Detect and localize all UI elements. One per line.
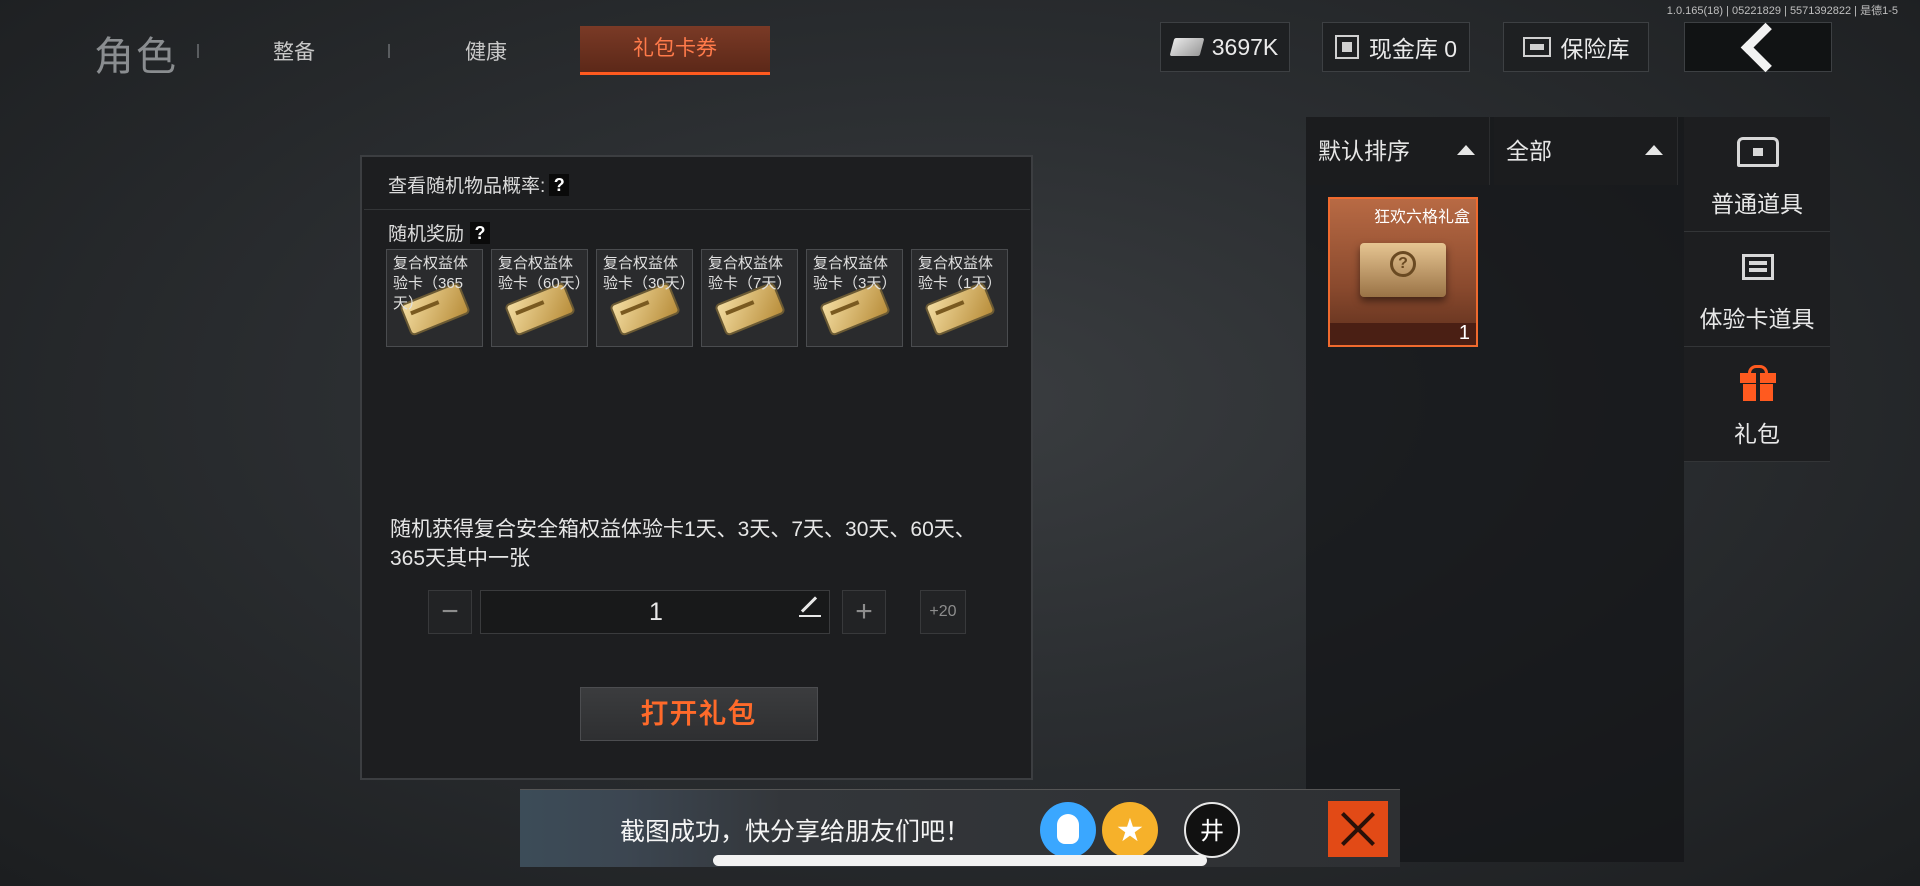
page-title: 角色 bbox=[94, 35, 178, 79]
decrease-button[interactable]: − bbox=[428, 590, 472, 634]
sort-label: 默认排序 bbox=[1318, 138, 1410, 164]
filter-label: 全部 bbox=[1506, 138, 1552, 164]
quantity-field[interactable]: 1 bbox=[480, 590, 830, 634]
reward-name: 复合权益体验卡（365天） bbox=[393, 255, 469, 312]
gift-description: 随机获得复合安全箱权益体验卡1天、3天、7天、30天、60天、365天其中一张 bbox=[390, 518, 976, 570]
category-label: 普通道具 bbox=[1711, 191, 1803, 217]
cash-vault-icon bbox=[1334, 35, 1359, 59]
chest-icon bbox=[1737, 137, 1779, 167]
reward-item[interactable]: 复合权益体验卡（60天） bbox=[491, 249, 588, 347]
inventory-item[interactable]: 狂欢六格礼盒 ? 1 bbox=[1328, 197, 1478, 347]
reward-name: 复合权益体验卡（30天） bbox=[603, 255, 693, 292]
item-count: 1 bbox=[1458, 322, 1470, 344]
caret-up-icon bbox=[1457, 145, 1475, 155]
category-normal-items[interactable]: 普通道具 bbox=[1684, 117, 1830, 232]
cash-vault-label: 现金库 0 bbox=[1368, 36, 1458, 62]
back-button[interactable] bbox=[1684, 22, 1832, 72]
probability-link[interactable]: 查看随机物品概率: ? bbox=[388, 171, 570, 198]
reward-item[interactable]: 复合权益体验卡（30天） bbox=[596, 249, 693, 347]
item-strip bbox=[1330, 323, 1476, 345]
reward-name: 复合权益体验卡（7天） bbox=[708, 255, 792, 292]
gift-open-dialog: 查看随机物品概率: ? 随机奖励 ? 复合权益体验卡（365天） 复合权益体验卡… bbox=[360, 155, 1033, 780]
tab-divider bbox=[388, 44, 390, 58]
card-icon bbox=[1742, 254, 1774, 280]
reward-item[interactable]: 复合权益体验卡（1天） bbox=[911, 249, 1008, 347]
reward-name: 复合权益体验卡（1天） bbox=[918, 255, 1002, 292]
category-gift-packs[interactable]: 礼包 bbox=[1684, 347, 1830, 462]
toast-message: 截图成功，快分享给朋友们吧！ bbox=[620, 818, 971, 846]
home-indicator[interactable] bbox=[713, 855, 1207, 866]
tab-equip[interactable]: 整备 bbox=[256, 36, 332, 66]
probability-label: 查看随机物品概率: bbox=[388, 176, 546, 197]
qq-share-icon[interactable] bbox=[1040, 802, 1096, 858]
reward-name: 复合权益体验卡（3天） bbox=[813, 255, 897, 292]
caret-up-icon bbox=[1645, 145, 1663, 155]
help-icon[interactable]: ? bbox=[549, 173, 570, 196]
reward-item[interactable]: 复合权益体验卡（3天） bbox=[806, 249, 903, 347]
help-icon[interactable]: ? bbox=[470, 221, 491, 244]
filter-dropdown[interactable]: 全部 bbox=[1494, 117, 1678, 185]
inventory-panel: 默认排序 全部 狂欢六格礼盒 ? 1 bbox=[1306, 117, 1684, 862]
tab-divider bbox=[197, 44, 199, 58]
currency-value: 3697K bbox=[1211, 33, 1279, 60]
ticket-icon bbox=[1169, 38, 1205, 56]
plus-twenty-button[interactable]: +20 bbox=[920, 590, 966, 634]
safe-button[interactable]: 保险库 bbox=[1503, 22, 1649, 72]
item-name: 狂欢六格礼盒 bbox=[1373, 209, 1470, 226]
category-label: 体验卡道具 bbox=[1699, 306, 1815, 332]
moments-share-icon[interactable]: 井 bbox=[1184, 802, 1240, 858]
open-gift-button[interactable]: 打开礼包 bbox=[580, 687, 818, 741]
chevron-left-icon bbox=[1740, 22, 1790, 72]
close-button[interactable] bbox=[1328, 801, 1388, 857]
sort-dropdown[interactable]: 默认排序 bbox=[1306, 117, 1490, 185]
tab-gift-cards[interactable]: 礼包卡券 bbox=[580, 26, 770, 75]
currency-display[interactable]: 3697K bbox=[1160, 22, 1290, 72]
cash-vault-button[interactable]: 现金库 0 bbox=[1322, 22, 1470, 72]
reward-item[interactable]: 复合权益体验卡（7天） bbox=[701, 249, 798, 347]
tab-health[interactable]: 健康 bbox=[448, 36, 524, 66]
box-emblem: ? bbox=[1390, 251, 1416, 277]
safe-icon bbox=[1522, 37, 1551, 57]
reward-section-title: 随机奖励 ? bbox=[388, 219, 491, 246]
edit-icon-base bbox=[799, 615, 821, 617]
version-info: 1.0.165(18) | 05221829 | 5571392822 | 是德… bbox=[1666, 5, 1898, 17]
quantity-value: 1 bbox=[649, 598, 663, 626]
qzone-share-icon[interactable]: ★ bbox=[1102, 802, 1158, 858]
gift-box-icon: ? bbox=[1360, 243, 1446, 297]
reward-name: 复合权益体验卡（60天） bbox=[498, 255, 588, 292]
reward-label: 随机奖励 bbox=[388, 224, 465, 245]
gift-icon bbox=[1740, 365, 1776, 401]
category-label: 礼包 bbox=[1734, 421, 1780, 447]
increase-button[interactable]: + bbox=[842, 590, 886, 634]
category-experience-cards[interactable]: 体验卡道具 bbox=[1684, 232, 1830, 347]
reward-item[interactable]: 复合权益体验卡（365天） bbox=[386, 249, 483, 347]
safe-label: 保险库 bbox=[1560, 36, 1630, 62]
